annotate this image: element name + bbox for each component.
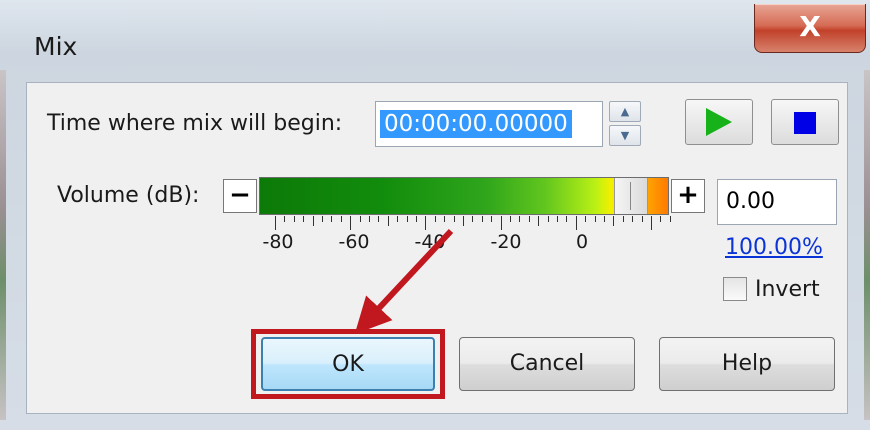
scale-tick <box>510 216 511 222</box>
volume-scale-ticks <box>275 216 695 230</box>
help-button[interactable]: Help <box>659 337 835 391</box>
scale-tick <box>434 216 436 222</box>
scale-tick <box>378 216 380 222</box>
scale-tick <box>604 216 605 222</box>
title-bar: Mix X <box>6 4 866 80</box>
time-label: Time where mix will begin: <box>47 111 343 136</box>
scale-tick <box>472 216 474 222</box>
scale-tick <box>669 216 671 222</box>
scale-tick <box>397 216 399 222</box>
close-icon: X <box>799 10 821 43</box>
scale-tick <box>651 216 652 230</box>
scale-tick <box>491 216 493 222</box>
window-title: Mix <box>34 32 78 61</box>
spin-up-icon[interactable]: ▲ <box>609 101 641 122</box>
scale-tick <box>369 216 370 222</box>
scale-tick <box>284 216 286 222</box>
scale-tick <box>275 216 276 230</box>
stop-icon <box>794 112 816 134</box>
scale-tick <box>463 216 464 226</box>
scale-tick <box>566 216 568 222</box>
stop-button[interactable] <box>771 99 839 145</box>
scale-tick <box>303 216 305 222</box>
scale-label: -80 <box>262 231 294 253</box>
scale-tick <box>575 216 577 230</box>
percent-link[interactable]: 100.00% <box>725 235 823 260</box>
play-icon <box>706 108 732 136</box>
scale-tick <box>641 216 643 222</box>
invert-label: Invert <box>755 277 820 302</box>
scale-tick <box>331 216 333 222</box>
scale-tick <box>500 216 502 230</box>
window-frame: Mix X Time where mix will begin: 00:00:0… <box>0 0 870 430</box>
scale-tick <box>387 216 389 226</box>
scale-tick <box>557 216 558 222</box>
time-value: 00:00:00.00000 <box>380 110 572 138</box>
scale-tick <box>528 216 530 222</box>
frame-edge-left <box>0 70 6 420</box>
scale-tick <box>312 216 314 226</box>
scale-tick <box>425 216 427 230</box>
scale-tick <box>622 216 624 222</box>
scale-tick <box>444 216 446 222</box>
spin-down-icon[interactable]: ▼ <box>609 125 641 146</box>
scale-tick <box>547 216 549 222</box>
scale-tick <box>538 216 540 226</box>
scale-tick <box>594 216 596 222</box>
scale-tick <box>585 216 587 222</box>
scale-tick <box>660 216 662 222</box>
time-spinner[interactable]: ▲ ▼ <box>609 101 641 147</box>
volume-increase-button[interactable]: + <box>671 179 705 213</box>
volume-label: Volume (dB): <box>57 183 200 208</box>
cancel-button[interactable]: Cancel <box>459 337 635 391</box>
scale-tick <box>453 216 455 222</box>
scale-tick <box>293 216 295 222</box>
scale-tick <box>613 216 615 226</box>
db-value-field[interactable]: 0.00 <box>717 179 837 225</box>
frame-edge-right <box>864 70 870 420</box>
scale-label: 0 <box>575 231 589 253</box>
scale-tick <box>632 216 634 222</box>
scale-tick <box>519 216 521 222</box>
scale-tick <box>406 216 408 222</box>
scale-tick <box>340 216 342 222</box>
scale-tick <box>416 216 417 222</box>
play-button[interactable] <box>685 99 753 145</box>
ok-button[interactable]: OK <box>261 337 435 391</box>
scale-label: -20 <box>490 231 522 253</box>
scale-label: -60 <box>338 231 370 253</box>
time-input[interactable]: 00:00:00.00000 <box>375 101 603 147</box>
invert-checkbox[interactable] <box>723 277 747 301</box>
volume-slider-thumb[interactable] <box>614 178 648 214</box>
scale-tick <box>322 216 323 222</box>
close-button[interactable]: X <box>754 4 866 53</box>
dialog-client-area: Time where mix will begin: 00:00:00.0000… <box>26 82 848 414</box>
scale-label: -40 <box>414 231 446 253</box>
scale-tick <box>481 216 483 222</box>
volume-decrease-button[interactable]: − <box>223 179 257 213</box>
scale-tick <box>359 216 361 222</box>
volume-meter-slider[interactable] <box>259 177 669 215</box>
scale-tick <box>350 216 352 230</box>
